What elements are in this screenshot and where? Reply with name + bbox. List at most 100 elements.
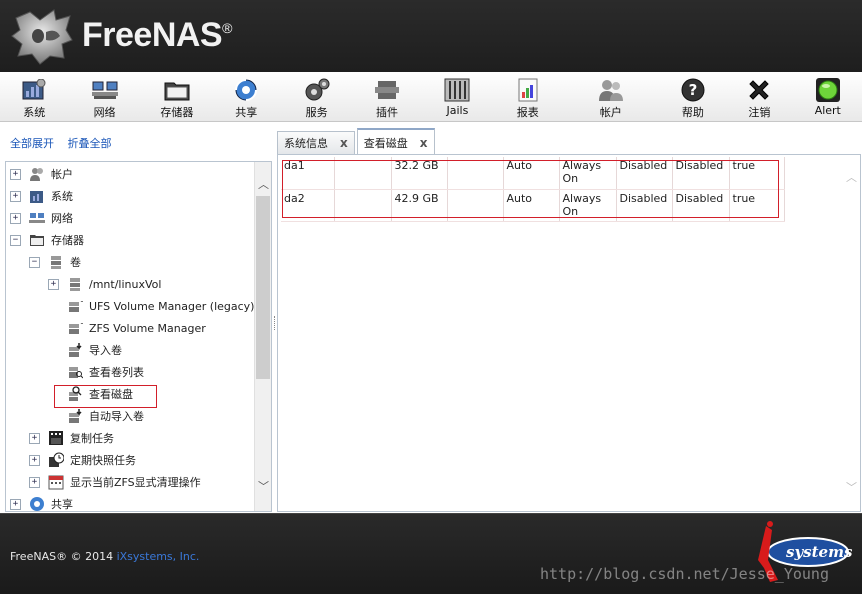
toolbar-reporting-button[interactable]: 报表 — [495, 72, 561, 122]
app-footer: FreeNAS® © 2014 iXsystems, Inc. systems … — [0, 513, 862, 594]
sharing-icon — [30, 497, 44, 511]
view-disks-panel: da1 32.2 GB Auto Always On Disabled Disa… — [277, 154, 861, 512]
disk-table: da1 32.2 GB Auto Always On Disabled Disa… — [281, 157, 785, 222]
toolbar-network-button[interactable]: 网络 — [68, 72, 140, 122]
replication-icon — [49, 431, 63, 445]
scroll-up-icon[interactable]: ︿ — [258, 176, 269, 192]
tree-item-system[interactable]: + 系统 — [10, 186, 73, 206]
disk-size-cell: 42.9 GB — [391, 189, 448, 222]
volume-icon — [51, 256, 61, 269]
main-toolbar: 系统 网络 存储器 共享 服务 插件 Jails 报表 帐户 ? 帮助 注销 A… — [0, 72, 862, 122]
tree-scroll-thumb[interactable] — [256, 196, 270, 379]
disk-name-cell: da1 — [281, 157, 335, 190]
storage-icon — [30, 235, 44, 246]
disk-mode-cell: Auto — [503, 189, 560, 222]
tree-item-storage[interactable]: − 存储器 — [10, 230, 84, 250]
jails-icon — [444, 78, 470, 102]
disk-cell — [334, 157, 392, 190]
tree-item-account[interactable]: + 帐户 — [10, 164, 73, 184]
tree-item-mnt-linuxvol[interactable]: + /mnt/linuxVol — [48, 274, 161, 294]
volume-import-icon — [69, 409, 82, 423]
tree-item-view-disks[interactable]: 查看磁盘 — [67, 384, 133, 404]
toolbar-help-button[interactable]: ? 帮助 — [661, 72, 726, 122]
expand-toggle[interactable]: + — [29, 432, 40, 444]
tree-item-sharing[interactable]: + 共享 — [10, 494, 73, 511]
expand-toggle[interactable]: + — [48, 278, 59, 290]
storage-icon — [164, 78, 190, 102]
scroll-down-icon[interactable]: ﹀ — [846, 479, 857, 495]
logout-icon — [746, 78, 772, 102]
account-icon — [30, 168, 43, 181]
alert-icon — [815, 78, 841, 102]
toolbar-account-button[interactable]: 帐户 — [561, 72, 661, 122]
close-icon[interactable]: x — [340, 136, 348, 150]
expand-toggle[interactable]: + — [10, 168, 21, 180]
svg-text:systems: systems — [786, 543, 852, 561]
volume-icon — [70, 278, 80, 291]
expand-toggle[interactable]: + — [10, 190, 21, 202]
disk-cell: true — [729, 157, 785, 190]
disk-mode-cell: Auto — [503, 157, 560, 190]
tree-actions: 全部展开 折叠全部 — [10, 135, 122, 151]
tab-bar: 系统信息 x 查看磁盘 x — [277, 128, 437, 155]
disk-cell — [334, 189, 392, 222]
tree-item-network[interactable]: + 网络 — [10, 208, 73, 228]
expand-toggle[interactable]: + — [10, 212, 21, 224]
expand-all-link[interactable]: 全部展开 — [10, 137, 54, 150]
expand-toggle[interactable]: + — [10, 498, 21, 510]
collapse-toggle[interactable]: − — [10, 234, 21, 246]
copyright-text: FreeNAS® © 2014 iXsystems, Inc. — [10, 550, 200, 563]
scroll-down-icon[interactable]: ﹀ — [258, 478, 269, 494]
toolbar-storage-button[interactable]: 存储器 — [141, 72, 213, 122]
disk-cell — [447, 157, 504, 190]
toolbar-sharing-button[interactable]: 共享 — [213, 72, 279, 122]
tree-item-auto-import-volume[interactable]: 自动导入卷 — [67, 406, 144, 426]
disk-cell: Disabled — [672, 189, 730, 222]
tree-item-zfs-scrubs[interactable]: + 显示当前ZFS显式清理操作 — [29, 472, 201, 492]
collapse-all-link[interactable]: 折叠全部 — [68, 137, 112, 150]
tree-scrollbar[interactable]: ︿ ﹀ — [254, 162, 271, 511]
tree-item-periodic-snapshot-tasks[interactable]: + 定期快照任务 — [29, 450, 136, 470]
toolbar-logout-button[interactable]: 注销 — [725, 72, 793, 122]
network-icon — [29, 213, 45, 223]
tab-view-disks[interactable]: 查看磁盘 x — [356, 128, 435, 155]
tree-item-volumes[interactable]: − 卷 — [29, 252, 81, 272]
account-icon — [598, 78, 624, 102]
disk-cell: true — [729, 189, 785, 222]
volume-search-icon — [69, 367, 83, 379]
disk-size-cell: 32.2 GB — [391, 157, 448, 190]
disk-cell: Disabled — [616, 189, 673, 222]
expand-toggle[interactable]: + — [29, 454, 40, 466]
disk-cell — [447, 189, 504, 222]
tree-item-import-volume[interactable]: 导入卷 — [67, 340, 122, 360]
scroll-up-icon[interactable]: ︿ — [846, 169, 857, 185]
close-icon[interactable]: x — [420, 136, 428, 150]
tree-item-zfs-volume-manager[interactable]: + ZFS Volume Manager — [67, 318, 206, 338]
toolbar-services-button[interactable]: 服务 — [280, 72, 354, 122]
tree-item-replication-tasks[interactable]: + 复制任务 — [29, 428, 114, 448]
volume-add-icon: + — [69, 320, 83, 334]
table-row[interactable]: da2 42.9 GB Auto Always On Disabled Disa… — [281, 189, 785, 222]
network-icon — [91, 78, 118, 102]
sharing-icon — [233, 78, 259, 102]
tree-item-ufs-volume-manager[interactable]: + UFS Volume Manager (legacy) — [67, 296, 254, 316]
app-header: FreeNAS® — [0, 0, 862, 72]
disk-cell: Disabled — [672, 157, 730, 190]
toolbar-system-button[interactable]: 系统 — [0, 72, 68, 122]
collapse-toggle[interactable]: − — [29, 256, 40, 268]
toolbar-jails-button[interactable]: Jails — [420, 72, 494, 122]
freenas-logo-icon — [11, 9, 73, 65]
tab-system-info[interactable]: 系统信息 x — [277, 131, 355, 154]
splitter-handle[interactable] — [274, 316, 275, 330]
plugins-icon — [374, 78, 400, 102]
table-row[interactable]: da1 32.2 GB Auto Always On Disabled Disa… — [281, 157, 785, 190]
tree-item-view-volumes[interactable]: 查看卷列表 — [67, 362, 144, 382]
disk-search-icon — [69, 386, 82, 401]
content-scrollbar[interactable]: ︿ ﹀ — [843, 155, 860, 511]
toolbar-alert-button[interactable]: Alert — [794, 72, 862, 122]
toolbar-plugins-button[interactable]: 插件 — [354, 72, 420, 122]
company-link[interactable]: iXsystems, Inc. — [117, 550, 200, 563]
volume-import-icon — [69, 343, 82, 357]
svg-text:+: + — [80, 298, 83, 306]
expand-toggle[interactable]: + — [29, 476, 40, 488]
